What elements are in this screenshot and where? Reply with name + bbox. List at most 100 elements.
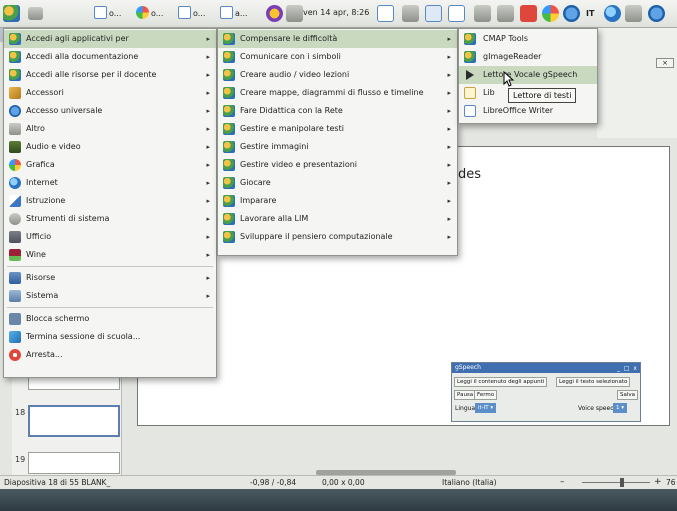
menu-separator	[7, 307, 213, 308]
submenu-item-simboli[interactable]: Comunicare con i simboli ▸	[218, 48, 457, 66]
chevron-right-icon: ▸	[447, 35, 451, 43]
submenu-item-giocare[interactable]: Giocare ▸	[218, 174, 457, 192]
menu-item-accesso-universale[interactable]: Accesso universale ▸	[4, 102, 216, 120]
voice-speed-label: Voice speed	[578, 405, 614, 412]
taskbar-item-3[interactable]: o...	[178, 6, 205, 22]
submenu-item-pensiero-computazionale[interactable]: Sviluppare il pensiero computazionale ▸	[218, 228, 457, 246]
submenu-item-compensare[interactable]: Compensare le difficoltà ▸	[218, 30, 457, 48]
menu-item-audio-video[interactable]: Audio e video ▸	[4, 138, 216, 156]
tray-slide-icon[interactable]	[425, 5, 442, 22]
taskbar-item-2[interactable]: o...	[136, 6, 163, 22]
logout-icon	[9, 331, 21, 343]
zoom-slider[interactable]	[582, 482, 650, 483]
language-select[interactable]: it-IT ▾	[475, 403, 497, 413]
pause-button[interactable]: Pausa	[454, 390, 477, 400]
menu-item-ufficio[interactable]: Ufficio ▸	[4, 228, 216, 246]
slide-text[interactable]: des	[458, 167, 481, 182]
menu-item-risorse-docente[interactable]: Accedi alle risorse per il docente ▸	[4, 66, 216, 84]
chevron-right-icon: ▸	[447, 197, 451, 205]
calendar-icon[interactable]	[286, 5, 303, 22]
submenu-item-video-presentazioni[interactable]: Gestire video e presentazioni ▸	[218, 156, 457, 174]
writer-icon	[464, 105, 476, 117]
edu-icon	[223, 69, 235, 81]
accessories-icon	[9, 87, 21, 99]
chevron-right-icon: ▸	[206, 179, 210, 187]
language-label: Lingua	[455, 405, 476, 412]
menu-item-istruzione[interactable]: Istruzione ▸	[4, 192, 216, 210]
submenu-item-lim[interactable]: Lavorare alla LIM ▸	[218, 210, 457, 228]
zoom-in-icon[interactable]: +	[654, 476, 662, 489]
submenu-compensare: CMAP Tools gImageReader Lettore Vocale g…	[458, 28, 598, 124]
tray-window-icon[interactable]	[402, 5, 419, 22]
app-item-libreoffice-writer[interactable]: LibreOffice Writer	[459, 102, 597, 120]
app-item-cmap-tools[interactable]: CMAP Tools	[459, 30, 597, 48]
voice-speed-select[interactable]: 1 ▾	[613, 403, 628, 413]
slide-number: 19	[15, 455, 26, 464]
menu-item-accessori[interactable]: Accessori ▸	[4, 84, 216, 102]
save-button[interactable]: Salva	[617, 390, 639, 400]
taskbar-item-1[interactable]: o...	[94, 6, 121, 22]
multimedia-icon	[9, 141, 21, 153]
gspeech-titlebar[interactable]: gSpeech _ □ x	[452, 363, 640, 373]
tray-alert-icon[interactable]	[520, 5, 537, 22]
submenu-item-immagini[interactable]: Gestire immagini ▸	[218, 138, 457, 156]
taskbar-item-4[interactable]: a...	[220, 6, 248, 22]
stop-button[interactable]: Fermo	[474, 390, 498, 400]
edu-icon	[223, 159, 235, 171]
workspace-icon[interactable]	[28, 7, 43, 20]
slide-number: 18	[15, 408, 26, 417]
menu-item-strumenti-sistema[interactable]: Strumenti di sistema ▸	[4, 210, 216, 228]
chevron-right-icon: ▸	[206, 143, 210, 151]
read-clipboard-button[interactable]: Leggi il contenuto degli appunti	[454, 377, 548, 387]
zoom-slider-handle[interactable]	[620, 478, 624, 487]
window-controls-icon[interactable]: _ □ x	[617, 364, 638, 374]
submenu-item-mappe[interactable]: Creare mappe, diagrammi di flusso e time…	[218, 84, 457, 102]
tray-user-icon[interactable]	[648, 5, 665, 22]
other-icon	[9, 123, 21, 135]
document-language[interactable]: Italiano (Italia)	[442, 476, 497, 489]
tray-network-icon[interactable]	[474, 5, 491, 22]
slide-thumbnail[interactable]	[28, 452, 120, 474]
menu-item-accedi-applicativi[interactable]: Accedi agli applicativi per ▸	[4, 30, 216, 48]
app-item-gspeech[interactable]: Lettore Vocale gSpeech	[459, 66, 597, 84]
resources-icon	[9, 272, 21, 284]
app-item-gimagereader[interactable]: gImageReader	[459, 48, 597, 66]
menu-item-documentazione[interactable]: Accedi alla documentazione ▸	[4, 48, 216, 66]
document-icon	[464, 87, 476, 99]
submenu-item-imparare[interactable]: Imparare ▸	[218, 192, 457, 210]
window-close-icon[interactable]: ×	[656, 58, 674, 68]
menu-item-termina-sessione[interactable]: Termina sessione di scuola...	[4, 328, 216, 346]
menu-item-altro[interactable]: Altro ▸	[4, 120, 216, 138]
app-menu-icon[interactable]	[3, 5, 20, 22]
submenu-item-didattica-rete[interactable]: Fare Didattica con la Rete ▸	[218, 102, 457, 120]
menu-item-arresta[interactable]: Arresta...	[4, 346, 216, 364]
menu-item-blocca-schermo[interactable]: Blocca schermo	[4, 310, 216, 328]
chevron-right-icon: ▸	[447, 53, 451, 61]
tooltip: Lettore di testi	[508, 88, 577, 103]
clock[interactable]: ven 14 apr, 8:26	[303, 8, 369, 17]
tray-image-icon[interactable]	[448, 5, 465, 22]
tray-document-icon[interactable]	[377, 5, 394, 22]
tray-colors-icon[interactable]	[542, 5, 559, 22]
menu-item-sistema[interactable]: Sistema ▸	[4, 287, 216, 305]
browser-icon[interactable]	[266, 5, 283, 22]
submenu-applicativi: Compensare le difficoltà ▸ Comunicare con…	[217, 28, 458, 256]
chevron-right-icon: ▸	[206, 274, 210, 282]
menu-item-internet[interactable]: Internet ▸	[4, 174, 216, 192]
keyboard-layout-indicator[interactable]: IT	[586, 6, 594, 22]
tray-settings-icon[interactable]	[497, 5, 514, 22]
menu-item-grafica[interactable]: Grafica ▸	[4, 156, 216, 174]
menu-item-wine[interactable]: Wine ▸	[4, 246, 216, 264]
chevron-right-icon: ▸	[206, 292, 210, 300]
zoom-out-icon[interactable]: –	[560, 476, 565, 489]
chevron-right-icon: ▸	[206, 233, 210, 241]
slide-thumbnail-selected[interactable]	[28, 405, 120, 437]
submenu-item-audio-video-lezioni[interactable]: Creare audio / video lezioni ▸	[218, 66, 457, 84]
tray-globe-icon[interactable]	[604, 5, 621, 22]
submenu-item-testi[interactable]: Gestire e manipolare testi ▸	[218, 120, 457, 138]
tray-volume-icon[interactable]	[625, 5, 642, 22]
read-selection-button[interactable]: Leggi il testo selezionato	[556, 377, 631, 387]
menu-item-risorse[interactable]: Risorse ▸	[4, 269, 216, 287]
system-icon	[9, 290, 21, 302]
tray-power-icon[interactable]	[563, 5, 580, 22]
